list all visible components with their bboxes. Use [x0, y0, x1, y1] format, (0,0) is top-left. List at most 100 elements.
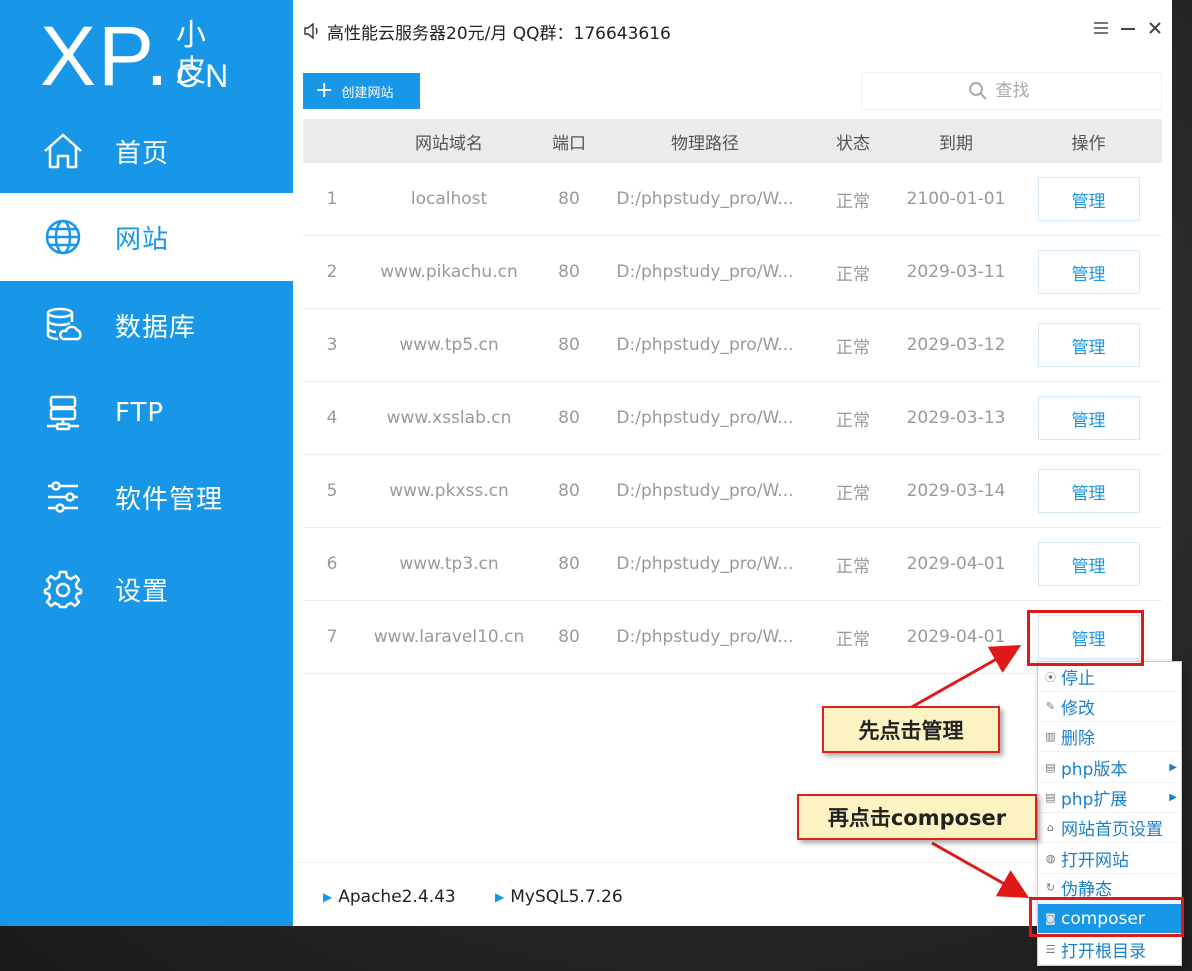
search-box[interactable]	[861, 72, 1162, 110]
row-port: 80	[558, 335, 580, 355]
row-expire: 2029-03-11	[906, 262, 1006, 282]
row-path: D:/phpstudy_pro/W...	[616, 627, 794, 647]
row-op-cell: 管理	[1015, 528, 1162, 600]
row-op-cell: 管理	[1015, 455, 1162, 527]
sidebar-item-label: FTP	[115, 398, 165, 428]
menu-item-php-version[interactable]: ▤ php版本 ▶	[1038, 753, 1181, 783]
row-number: 2	[326, 262, 338, 282]
header-domain: 网站域名	[415, 133, 483, 154]
sidebar: XP. 小皮 CN 首页 网站 数据库 FTP 软件管理 设置	[0, 0, 293, 926]
menu-icon[interactable]	[1091, 20, 1111, 40]
menu-item-label: 打开网站	[1061, 851, 1129, 871]
php-ext-icon: ▤	[1045, 791, 1056, 804]
table-row: 5 www.pkxss.cn 80 D:/phpstudy_pro/W... 正…	[303, 455, 1162, 528]
globe-icon	[42, 216, 84, 258]
row-op-cell: 管理	[1015, 382, 1162, 454]
database-icon	[42, 304, 84, 346]
row-domain: localhost	[410, 189, 488, 209]
sidebar-item-ftp[interactable]: FTP	[0, 369, 293, 457]
create-website-button[interactable]: + 创建网站	[303, 73, 420, 109]
manage-button[interactable]: 管理	[1037, 323, 1140, 367]
table-row: 3 www.tp5.cn 80 D:/phpstudy_pro/W... 正常 …	[303, 309, 1162, 382]
row-op-cell: 管理	[1015, 236, 1162, 308]
row-expire: 2029-04-01	[906, 554, 1006, 574]
home-icon	[42, 130, 84, 172]
sidebar-item-software[interactable]: 软件管理	[0, 453, 293, 541]
sidebar-item-home[interactable]: 首页	[0, 107, 293, 195]
manage-button[interactable]: 管理	[1037, 542, 1140, 586]
announcement-text: 高性能云服务器20元/月 QQ群：176643616	[327, 24, 671, 44]
row-expire: 2029-03-14	[906, 481, 1006, 501]
menu-item-open-website[interactable]: ◍ 打开网站	[1038, 844, 1181, 874]
menu-item-label: 打开根目录	[1061, 942, 1146, 962]
submenu-arrow-icon: ▶	[1169, 792, 1177, 803]
row-number: 7	[326, 627, 338, 647]
row-path: D:/phpstudy_pro/W...	[616, 408, 794, 428]
sidebar-item-label: 软件管理	[115, 484, 224, 515]
search-input[interactable]	[995, 81, 1056, 101]
search-icon	[968, 82, 987, 100]
row-port: 80	[558, 262, 580, 282]
row-expire: 2029-03-13	[906, 408, 1006, 428]
sidebar-item-database[interactable]: 数据库	[0, 281, 293, 369]
menu-item-homepage-settings[interactable]: ⌂ 网站首页设置	[1038, 813, 1181, 843]
row-number: 1	[326, 189, 338, 209]
manage-button[interactable]: 管理	[1037, 396, 1140, 440]
menu-item-label: 修改	[1061, 699, 1095, 719]
menu-item-php-extension[interactable]: ▤ php扩展 ▶	[1038, 783, 1181, 813]
menu-item-stop[interactable]: ⦿ 停止	[1038, 662, 1181, 692]
create-website-label: 创建网站	[341, 85, 394, 101]
row-op-cell: 管理	[1015, 163, 1162, 235]
row-path: D:/phpstudy_pro/W...	[616, 481, 794, 501]
header-path: 物理路径	[671, 133, 739, 154]
website-table: 网站域名 端口 物理路径 状态 到期 操作 1 localhost 80 D:/…	[303, 119, 1162, 674]
highlight-manage-box	[1027, 610, 1144, 666]
row-number: 5	[326, 481, 338, 501]
row-number: 3	[326, 335, 338, 355]
row-path: D:/phpstudy_pro/W...	[616, 335, 794, 355]
menu-item-delete[interactable]: ▥ 删除	[1038, 722, 1181, 752]
service-label: MySQL5.7.26	[510, 887, 623, 907]
table-row: 4 www.xsslab.cn 80 D:/phpstudy_pro/W... …	[303, 382, 1162, 455]
table-row: 6 www.tp3.cn 80 D:/phpstudy_pro/W... 正常 …	[303, 528, 1162, 601]
row-number: 4	[326, 408, 338, 428]
callout-step2: 再点击composer	[797, 794, 1037, 840]
table-row: 1 localhost 80 D:/phpstudy_pro/W... 正常 2…	[303, 163, 1162, 236]
manage-button[interactable]: 管理	[1037, 469, 1140, 513]
row-status: 正常	[836, 556, 870, 577]
header-status: 状态	[836, 133, 870, 154]
row-path: D:/phpstudy_pro/W...	[616, 554, 794, 574]
row-domain: www.xsslab.cn	[386, 408, 512, 428]
title-bar: 高性能云服务器20元/月 QQ群：176643616	[293, 0, 1172, 62]
manage-button[interactable]: 管理	[1037, 250, 1140, 294]
folder-list-icon: ☰	[1045, 943, 1056, 956]
pencil-icon: ✎	[1045, 700, 1056, 713]
row-domain: www.pkxss.cn	[389, 481, 509, 501]
row-status: 正常	[836, 264, 870, 285]
sidebar-item-label: 设置	[115, 576, 170, 607]
service-mysql[interactable]: ▶ MySQL5.7.26	[495, 887, 623, 907]
home-small-icon: ⌂	[1047, 821, 1054, 834]
minimize-icon[interactable]	[1118, 20, 1138, 40]
service-label: Apache2.4.43	[338, 887, 456, 907]
header-operation: 操作	[1071, 133, 1106, 154]
play-icon: ▶	[495, 890, 505, 904]
header-expire: 到期	[939, 133, 973, 154]
service-apache[interactable]: ▶ Apache2.4.43	[323, 887, 456, 907]
menu-item-open-root[interactable]: ☰ 打开根目录	[1038, 935, 1181, 965]
manage-button[interactable]: 管理	[1037, 177, 1140, 221]
phpstudy-window: XP. 小皮 CN 首页 网站 数据库 FTP 软件管理 设置 高性能云服务器2…	[0, 0, 1172, 926]
play-icon: ▶	[323, 890, 333, 904]
sidebar-item-settings[interactable]: 设置	[0, 545, 293, 633]
row-port: 80	[558, 189, 580, 209]
menu-item-edit[interactable]: ✎ 修改	[1038, 692, 1181, 722]
sidebar-item-label: 数据库	[115, 312, 197, 343]
sidebar-item-website[interactable]: 网站	[0, 193, 293, 281]
row-expire: 2100-01-01	[906, 189, 1006, 209]
row-path: D:/phpstudy_pro/W...	[616, 262, 794, 282]
row-domain: www.laravel10.cn	[373, 627, 525, 647]
row-domain: www.tp5.cn	[399, 335, 499, 355]
logo-cn-bottom: CN	[176, 58, 235, 94]
close-icon[interactable]	[1145, 20, 1165, 40]
sidebar-item-label: 首页	[115, 138, 170, 169]
